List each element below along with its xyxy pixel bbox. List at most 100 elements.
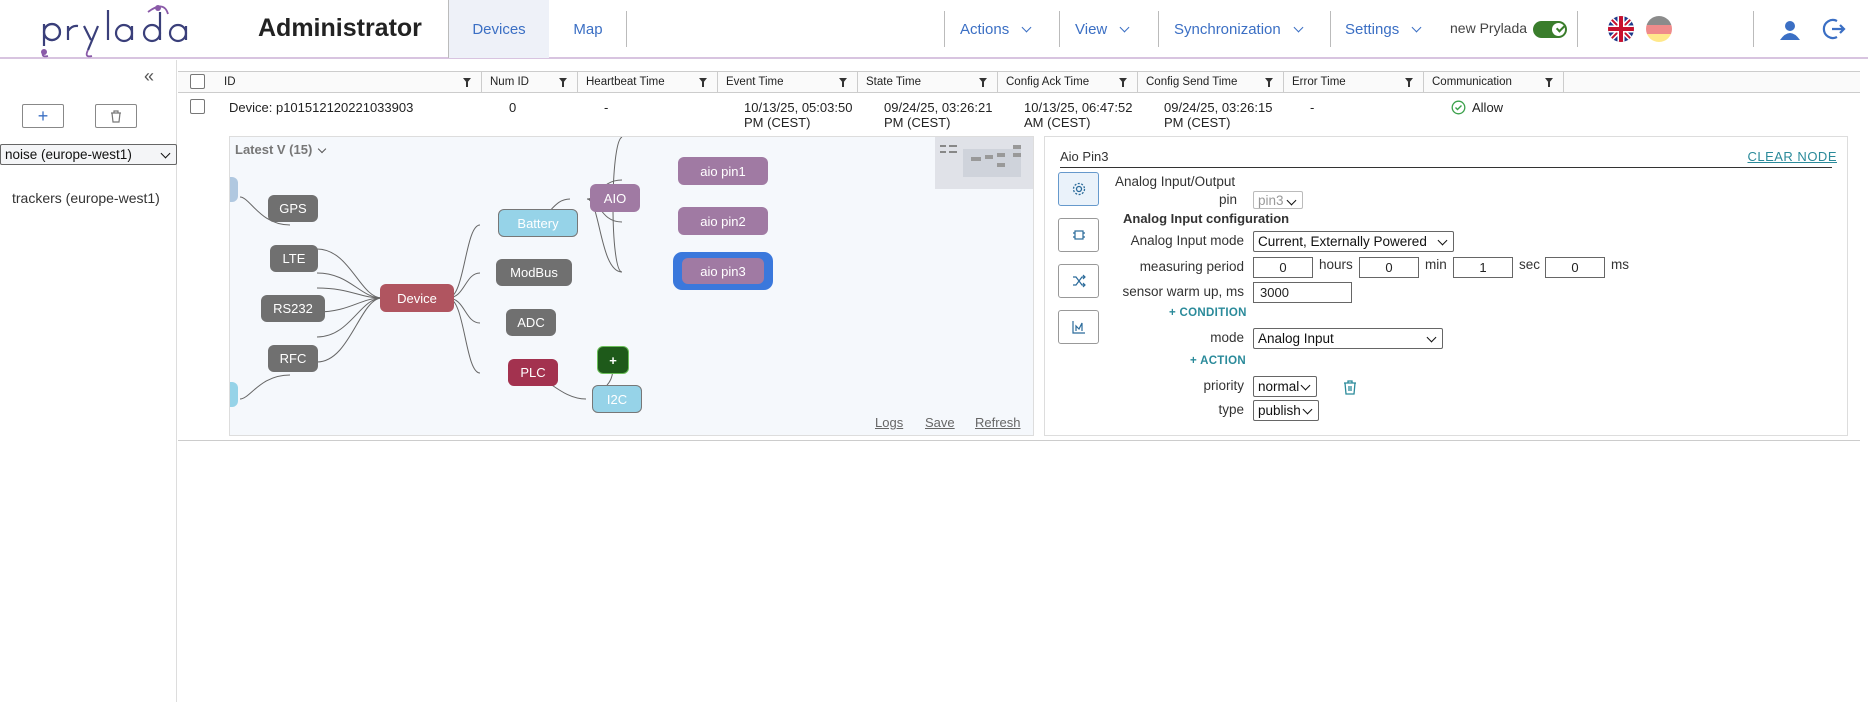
add-condition-button[interactable]: + CONDITION	[1169, 307, 1247, 319]
tree-node-aio-pin2[interactable]: aio pin2	[678, 207, 768, 235]
column-id[interactable]: ID	[216, 72, 482, 92]
sidebar: « + noise (europe-west1) trackers (europ…	[0, 60, 177, 702]
analog-mode-select[interactable]: Current, Externally Powered	[1253, 231, 1454, 252]
prylada-logo[interactable]	[38, 2, 223, 58]
filter-icon[interactable]	[839, 78, 847, 87]
column-label: Error Time	[1292, 76, 1346, 88]
tab-map[interactable]: Map	[549, 0, 627, 58]
chevron-down-icon	[1021, 22, 1032, 32]
column-error-time[interactable]: Error Time	[1284, 72, 1424, 92]
tree-node-partial[interactable]	[622, 136, 697, 137]
filter-icon[interactable]	[1265, 78, 1273, 87]
version-selector[interactable]: Latest V (15)	[235, 142, 327, 157]
logs-link[interactable]: Logs	[875, 415, 903, 430]
check-icon	[1555, 23, 1566, 33]
tree-node-modbus[interactable]: ModBus	[496, 259, 572, 286]
row-checkbox[interactable]	[190, 99, 205, 114]
divider	[1753, 11, 1754, 47]
top-bar: Administrator Devices Map Actions View S…	[0, 0, 1868, 59]
milliseconds-input[interactable]: 0	[1545, 257, 1605, 278]
tree-node-partial[interactable]	[230, 177, 238, 202]
hours-input[interactable]: 0	[1253, 257, 1313, 278]
tree-node-battery[interactable]: Battery	[498, 209, 578, 237]
sidebar-item-noise[interactable]: noise (europe-west1)	[0, 144, 177, 165]
warmup-input[interactable]: 3000	[1253, 282, 1352, 303]
add-node-button[interactable]: +	[597, 346, 629, 374]
refresh-link[interactable]: Refresh	[975, 415, 1021, 430]
cell-state-time: 09/24/25, 03:26:21	[884, 100, 993, 115]
save-link[interactable]: Save	[925, 415, 955, 430]
filter-icon[interactable]	[1545, 78, 1553, 87]
tree-node-gps[interactable]: GPS	[268, 195, 318, 222]
filter-icon[interactable]	[463, 78, 471, 87]
column-label: State Time	[866, 76, 921, 88]
actions-menu[interactable]: Actions	[960, 0, 1032, 58]
tree-node-aio[interactable]: AIO	[590, 184, 640, 212]
tab-settings[interactable]	[1058, 172, 1099, 206]
column-label: Communication	[1432, 76, 1512, 88]
tree-node-aio-pin3[interactable]: aio pin3	[682, 258, 764, 284]
tree-node-lte[interactable]: LTE	[270, 245, 318, 272]
tree-node-partial[interactable]	[230, 382, 238, 407]
select-all-checkbox[interactable]	[190, 74, 205, 89]
tree-node-device[interactable]: Device	[380, 284, 454, 312]
column-state-time[interactable]: State Time	[858, 72, 998, 92]
column-num-id[interactable]: Num ID	[482, 72, 578, 92]
clear-node-button[interactable]: CLEAR NODE	[1747, 149, 1837, 164]
tree-node-adc[interactable]: ADC	[506, 309, 556, 336]
logout-icon[interactable]	[1822, 17, 1846, 41]
view-label: View	[1075, 20, 1108, 38]
filter-icon[interactable]	[1405, 78, 1413, 87]
panel-divider	[1060, 167, 1832, 168]
divider	[944, 11, 945, 47]
tab-routing[interactable]	[1058, 264, 1099, 298]
tree-node-i2c[interactable]: I2C	[592, 385, 642, 413]
row-divider	[178, 440, 1860, 441]
user-icon[interactable]	[1778, 18, 1802, 42]
new-prylada-toggle[interactable]	[1533, 21, 1567, 38]
settings-menu[interactable]: Settings	[1345, 0, 1422, 58]
column-communication[interactable]: Communication	[1424, 72, 1564, 92]
minutes-input[interactable]: 0	[1359, 257, 1419, 278]
cell-heartbeat: -	[604, 100, 609, 115]
action-label: ACTION	[1200, 355, 1246, 367]
tree-node-aio-pin1[interactable]: aio pin1	[678, 157, 768, 185]
uk-flag-icon[interactable]	[1608, 16, 1634, 42]
tree-node-rfc[interactable]: RFC	[268, 345, 318, 372]
divider	[1577, 11, 1578, 47]
io-label: Analog Input/Output	[1115, 174, 1236, 189]
column-config-ack-time[interactable]: Config Ack Time	[998, 72, 1138, 92]
column-config-send-time[interactable]: Config Send Time	[1138, 72, 1284, 92]
column-heartbeat-time[interactable]: Heartbeat Time	[578, 72, 718, 92]
seconds-input[interactable]: 1	[1453, 257, 1513, 278]
view-menu[interactable]: View	[1075, 0, 1130, 58]
tree-minimap[interactable]	[935, 137, 1033, 189]
tab-devices[interactable]: Devices	[449, 0, 549, 58]
tab-hardware[interactable]	[1058, 218, 1099, 252]
minutes-unit: min	[1425, 257, 1447, 272]
trash-icon[interactable]	[1343, 380, 1357, 395]
device-tree-canvas[interactable]: Latest V (15) GPS LTE RS232 RFC Device B…	[229, 136, 1034, 436]
filter-icon[interactable]	[699, 78, 707, 87]
add-action-button[interactable]: + ACTION	[1190, 355, 1246, 367]
collapse-sidebar-icon[interactable]: «	[144, 66, 154, 87]
condition-mode-select[interactable]: Analog Input	[1253, 328, 1443, 349]
germany-flag-icon[interactable]	[1646, 16, 1672, 42]
tree-node-plc[interactable]: PLC	[508, 359, 558, 386]
delete-project-button[interactable]	[95, 104, 137, 128]
tab-chart[interactable]	[1058, 310, 1099, 344]
filter-icon[interactable]	[1119, 78, 1127, 87]
add-project-button[interactable]: +	[22, 104, 64, 128]
cell-error-time: -	[1310, 100, 1315, 115]
divider	[1158, 11, 1159, 47]
filter-icon[interactable]	[559, 78, 567, 87]
synchronization-menu[interactable]: Synchronization	[1174, 0, 1304, 58]
gear-icon	[1072, 182, 1085, 196]
sidebar-item-trackers[interactable]: trackers (europe-west1)	[0, 180, 177, 216]
filter-icon[interactable]	[979, 78, 987, 87]
tree-node-rs232[interactable]: RS232	[261, 295, 325, 322]
minimap-preview	[940, 145, 1021, 177]
type-select[interactable]: publish	[1253, 400, 1319, 421]
column-event-time[interactable]: Event Time	[718, 72, 858, 92]
priority-select[interactable]: normal	[1253, 376, 1317, 397]
